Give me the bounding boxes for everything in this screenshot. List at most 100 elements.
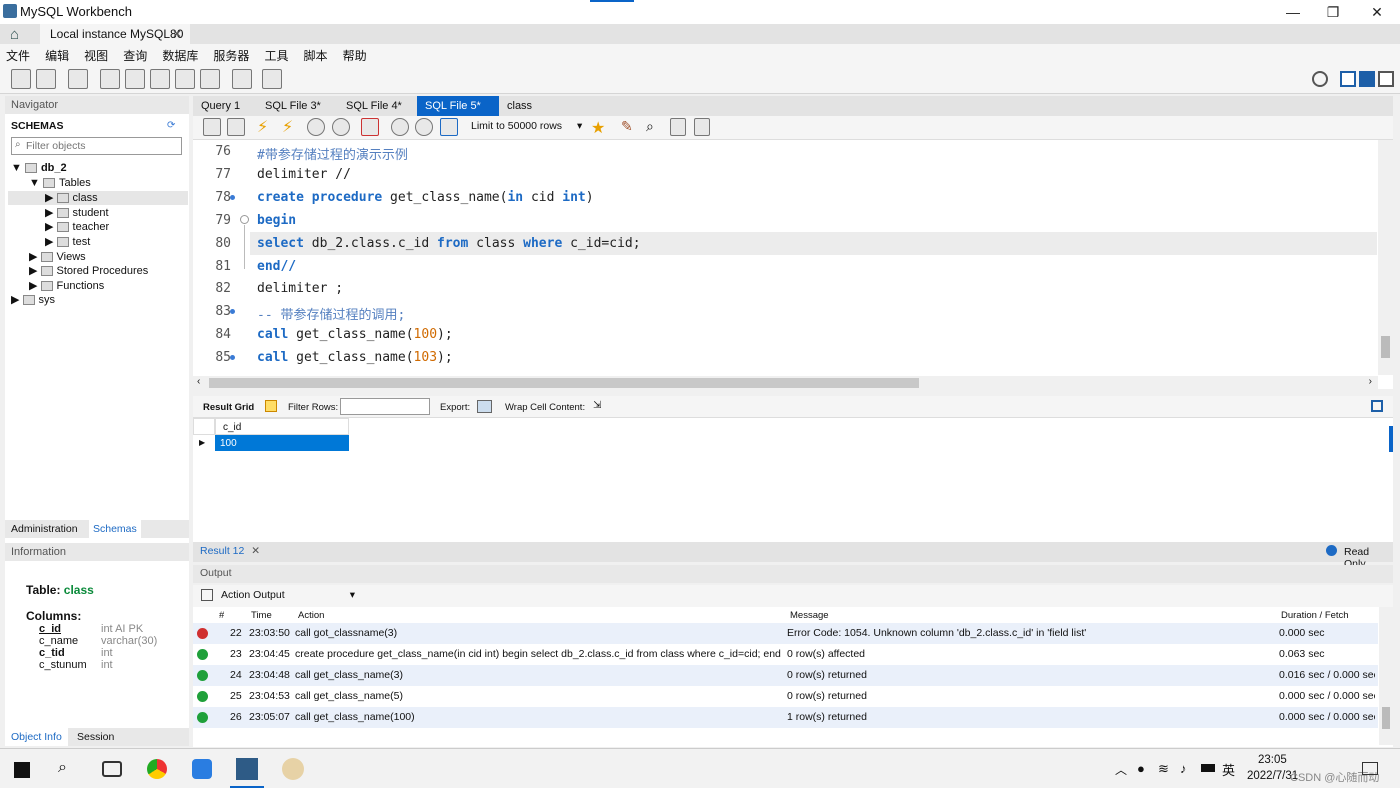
cat-app-icon[interactable]	[282, 758, 304, 780]
menu-view[interactable]: 视图	[78, 44, 114, 64]
output-row[interactable]: 22 23:03:50 call got_classname(3) Error …	[193, 623, 1378, 644]
menu-edit[interactable]: 编辑	[39, 44, 75, 64]
tab-sql-file-4[interactable]: SQL File 4*	[338, 96, 410, 116]
toggle-output-icon[interactable]	[1359, 71, 1375, 87]
tab-sql-file-5[interactable]: SQL File 5* ✕	[417, 96, 499, 132]
scroll-thumb[interactable]	[1381, 336, 1390, 358]
editor-vertical-scrollbar[interactable]	[1378, 140, 1393, 375]
toggle-sidebar-icon[interactable]	[1340, 71, 1356, 87]
export-icon[interactable]	[477, 400, 492, 413]
result-grid-panel-icon[interactable]	[1371, 400, 1383, 412]
menu-database[interactable]: 数据库	[156, 44, 204, 64]
workbench-app-icon[interactable]	[236, 758, 258, 780]
menu-tools[interactable]: 工具	[258, 44, 294, 64]
find-icon[interactable]: ⌕	[646, 118, 654, 135]
wrap-icon[interactable]: ⇲	[593, 400, 601, 411]
limit-rows-select[interactable]: Limit to 50000 rows ▾	[471, 120, 582, 132]
scroll-thumb[interactable]	[209, 378, 919, 388]
maximize-button[interactable]: ❐	[1310, 0, 1356, 24]
tab-class[interactable]: class	[499, 96, 540, 116]
search-table-data-icon[interactable]	[232, 69, 252, 89]
reconnect-icon[interactable]	[262, 69, 282, 89]
code-line-77[interactable]: delimiter //	[257, 167, 351, 182]
code-line-81[interactable]: end//	[257, 259, 296, 274]
tray-chevron-icon[interactable]: ︿	[1115, 761, 1127, 778]
ime-indicator[interactable]: 英	[1222, 760, 1235, 779]
clock-time[interactable]: 23:05	[1258, 754, 1287, 766]
output-row[interactable]: 23 23:04:45 create procedure get_class_n…	[193, 644, 1378, 665]
code-line-82[interactable]: delimiter ;	[257, 281, 343, 296]
beautify-icon[interactable]: ✎	[621, 118, 633, 135]
notification-icon[interactable]	[1362, 762, 1378, 775]
scroll-right-icon[interactable]: ›	[1369, 376, 1372, 387]
create-function-icon[interactable]	[200, 69, 220, 89]
create-view-icon[interactable]	[150, 69, 170, 89]
home-icon[interactable]: ⌂	[10, 26, 19, 43]
chrome-icon[interactable]	[147, 759, 167, 779]
inspector-icon[interactable]	[68, 69, 88, 89]
result-grid-label[interactable]: Result Grid	[203, 402, 254, 413]
tree-node-tables[interactable]: ▼ Tables	[29, 177, 91, 189]
menu-help[interactable]: 帮助	[337, 44, 373, 64]
tree-node-db2[interactable]: ▼ db_2	[11, 162, 67, 174]
menu-server[interactable]: 服务器	[207, 44, 255, 64]
code-line-83[interactable]: -- 带参存储过程的调用;	[257, 304, 405, 323]
invisible-chars-icon[interactable]	[670, 118, 686, 136]
battery-icon[interactable]	[1201, 764, 1215, 772]
execute-icon[interactable]: ⚡	[257, 117, 268, 137]
fold-icon[interactable]	[240, 215, 249, 224]
menu-query[interactable]: 查询	[117, 44, 153, 64]
close-button[interactable]: ✕	[1354, 0, 1400, 24]
filter-rows-input[interactable]	[340, 398, 430, 415]
tab-schemas[interactable]: Schemas	[89, 520, 141, 538]
scroll-thumb[interactable]	[1382, 707, 1390, 729]
feishu-app-icon[interactable]	[192, 759, 212, 779]
output-vertical-scrollbar[interactable]	[1379, 607, 1393, 745]
code-line-85[interactable]: call get_class_name(103);	[257, 350, 453, 365]
save-icon[interactable]	[227, 118, 245, 136]
tab-session[interactable]: Session	[77, 731, 114, 743]
tab-object-info[interactable]: Object Info	[5, 728, 68, 746]
output-row[interactable]: 26 23:05:07 call get_class_name(100) 1 r…	[193, 707, 1378, 728]
connection-tab-close-icon[interactable]: ✕	[172, 24, 182, 44]
create-table-icon[interactable]	[125, 69, 145, 89]
tree-node-class[interactable]: ▶ class	[8, 191, 188, 205]
autocommit-icon[interactable]	[440, 118, 458, 136]
tree-node-test[interactable]: ▶ test	[45, 235, 90, 248]
output-row[interactable]: 24 23:04:48 call get_class_name(3) 0 row…	[193, 665, 1378, 686]
tree-node-views[interactable]: ▶ Views	[29, 250, 86, 263]
code-line-84[interactable]: call get_class_name(100);	[257, 327, 453, 342]
connection-tab[interactable]: Local instance MySQL80 ✕	[40, 24, 190, 44]
open-file-icon[interactable]	[203, 118, 221, 136]
toggle-error-icon[interactable]	[361, 118, 379, 136]
rollback-icon[interactable]	[415, 118, 433, 136]
grid-cell[interactable]: 100	[215, 435, 349, 451]
start-icon[interactable]	[14, 762, 30, 778]
search-icon[interactable]: ⌕	[58, 759, 67, 777]
copy-output-icon[interactable]	[201, 589, 213, 601]
grid-column-header[interactable]: c_id	[215, 418, 349, 435]
volume-icon[interactable]: ♪	[1180, 761, 1187, 776]
word-wrap-icon[interactable]	[694, 118, 710, 136]
execute-current-icon[interactable]: ⚡	[282, 117, 293, 137]
create-schema-icon[interactable]	[100, 69, 120, 89]
grid-icon[interactable]	[265, 400, 277, 412]
wifi-icon[interactable]: ≋	[1158, 761, 1169, 777]
editor-horizontal-scrollbar[interactable]: ‹ ›	[193, 376, 1378, 390]
camera-app-icon[interactable]	[102, 761, 122, 777]
result-tab-close-icon[interactable]: ✕	[251, 545, 260, 557]
tree-node-functions[interactable]: ▶ Functions	[29, 279, 104, 292]
scroll-left-icon[interactable]: ‹	[197, 376, 200, 387]
output-type-select[interactable]: Action Output ▾	[221, 589, 355, 601]
commit-icon[interactable]	[391, 118, 409, 136]
stop-icon[interactable]	[332, 118, 350, 136]
tab-query-1[interactable]: Query 1	[193, 96, 248, 116]
add-snippet-icon[interactable]: ★	[591, 118, 605, 138]
result-tab[interactable]: Result 12 ✕	[200, 545, 260, 557]
code-line-79[interactable]: begin	[257, 213, 296, 228]
tab-administration[interactable]: Administration	[11, 523, 78, 535]
new-sql-tab-icon[interactable]	[11, 69, 31, 89]
tree-node-sys[interactable]: ▶ sys	[11, 293, 55, 306]
tree-node-procedures[interactable]: ▶ Stored Procedures	[29, 264, 148, 277]
output-row[interactable]: 25 23:04:53 call get_class_name(5) 0 row…	[193, 686, 1378, 707]
